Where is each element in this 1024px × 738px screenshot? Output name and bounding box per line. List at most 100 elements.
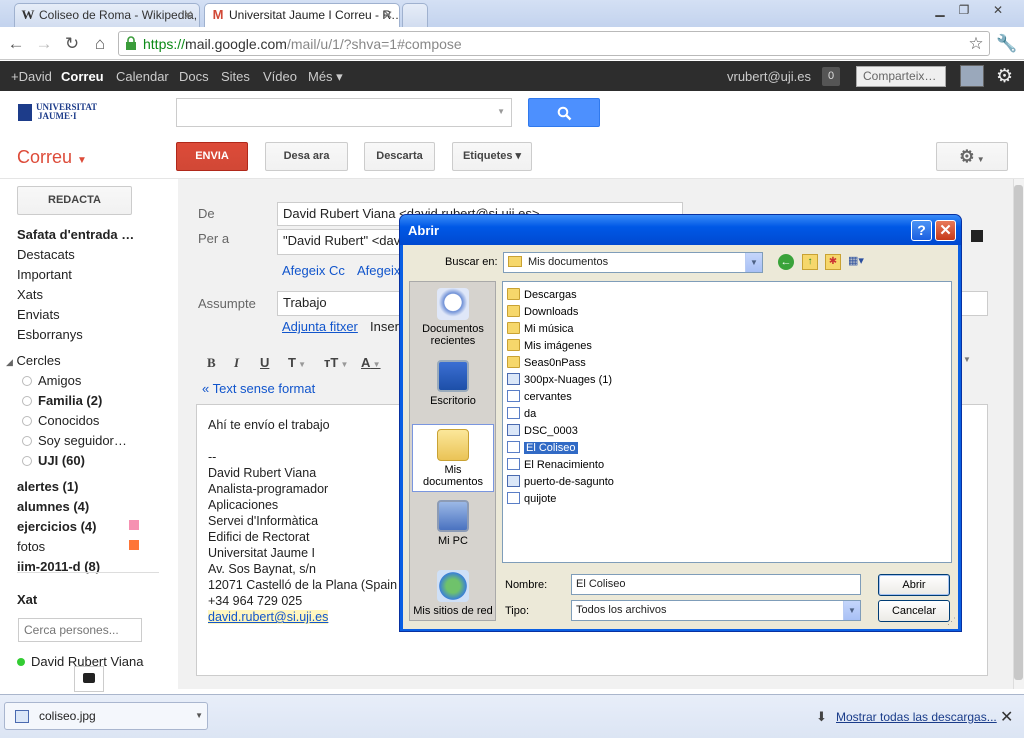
close-download-bar-icon[interactable]: ✕ <box>1000 707 1013 727</box>
font-size-icon[interactable]: тT ▼ <box>324 355 348 370</box>
sidebar-item-starred[interactable]: Destacats <box>17 247 75 262</box>
to-field[interactable]: "David Rubert" <davi <box>277 229 402 255</box>
notification-count[interactable]: 0 <box>822 67 840 86</box>
plain-text-link[interactable]: « Text sense format <box>202 381 315 396</box>
close-icon[interactable]: ✕ <box>935 220 956 241</box>
minimize-icon[interactable]: ▁ <box>928 2 952 18</box>
sidebar-item-drafts[interactable]: Esborranys <box>17 327 83 342</box>
sidebar-item-important[interactable]: Important <box>17 267 72 282</box>
file-item-selected[interactable]: El Coliseo <box>507 440 578 456</box>
file-item[interactable]: Descargas <box>507 287 577 303</box>
file-name-input[interactable]: El Coliseo <box>571 574 861 595</box>
save-button[interactable]: Desa ara <box>265 142 348 171</box>
circle-item[interactable]: Familia (2) <box>22 393 102 408</box>
file-item[interactable]: da <box>507 406 536 422</box>
label-item[interactable]: alertes (1) <box>17 479 78 494</box>
file-type-select[interactable]: Todos los archivos ▼ <box>571 600 861 621</box>
gbar-docs[interactable]: Docs <box>179 69 209 84</box>
search-options-chevron-icon[interactable]: ▼ <box>497 107 505 116</box>
circle-item[interactable]: Amigos <box>22 373 81 388</box>
gbar-calendar[interactable]: Calendar <box>116 69 169 84</box>
chat-contact[interactable]: David Rubert Viana <box>17 654 144 666</box>
popout-icon[interactable] <box>971 230 983 242</box>
forward-icon[interactable]: → <box>34 34 54 54</box>
close-tab-icon[interactable]: ✕ <box>183 4 193 26</box>
open-button[interactable]: Abrir <box>878 574 950 596</box>
send-button[interactable]: ENVIA <box>176 142 248 171</box>
address-bar[interactable]: https://mail.google.com/mail/u/1/?shva=1… <box>118 31 990 56</box>
new-tab-button[interactable] <box>402 3 428 27</box>
chat-bubble-button[interactable] <box>74 666 104 692</box>
download-menu-chevron-icon[interactable]: ▼ <box>195 703 203 729</box>
text-color-icon[interactable]: A ▼ <box>361 355 381 370</box>
sidebar-item-chats[interactable]: Xats <box>17 287 43 302</box>
underline-icon[interactable]: U <box>260 355 269 370</box>
attach-file-link[interactable]: Adjunta fitxer <box>282 319 358 334</box>
back-icon[interactable]: ← <box>6 34 26 54</box>
gbar-sites[interactable]: Sites <box>221 69 250 84</box>
home-icon[interactable]: ⌂ <box>90 34 110 54</box>
wrench-icon[interactable]: 🔧 <box>996 34 1017 54</box>
search-input[interactable]: ▼ <box>176 98 512 127</box>
place-my-documents[interactable]: Mis documentos <box>412 424 494 492</box>
file-item[interactable]: Mis imágenes <box>507 338 592 354</box>
search-button[interactable] <box>528 98 600 127</box>
label-color-swatch[interactable] <box>129 540 139 550</box>
sidebar-item-inbox[interactable]: Safata d'entrada … <box>17 227 134 242</box>
help-icon[interactable]: ? <box>911 220 932 241</box>
gbar-correu[interactable]: Correu <box>61 69 104 84</box>
cancel-button[interactable]: Cancelar <box>878 600 950 622</box>
show-all-downloads-link[interactable]: Mostrar todas las descargas... <box>836 710 997 724</box>
close-tab-icon[interactable]: ✕ <box>383 4 393 26</box>
uji-logo[interactable]: UNIVERSITAT JAUME·I <box>18 103 98 123</box>
label-item[interactable]: alumnes (4) <box>17 499 89 514</box>
account-email[interactable]: vrubert@uji.es <box>727 69 811 84</box>
settings-menu-button[interactable]: ⚙ ▼ <box>936 142 1008 171</box>
file-item[interactable]: DSC_0003 <box>507 423 578 439</box>
reload-icon[interactable]: ↻ <box>62 34 82 54</box>
compose-button[interactable]: REDACTA <box>17 186 132 215</box>
tab-wikipedia[interactable]: W Coliseo de Roma - Wikipedia, l… ✕ <box>14 3 200 27</box>
file-item[interactable]: Mi música <box>507 321 574 337</box>
circle-item[interactable]: Soy seguidor… <box>22 433 127 448</box>
insert-link[interactable]: Inser <box>370 319 399 334</box>
bold-icon[interactable]: B <box>207 355 216 371</box>
gbar-more[interactable]: Més ▾ <box>308 69 343 85</box>
place-network[interactable]: Mis sitios de red <box>412 570 494 617</box>
tab-correu[interactable]: M Universitat Jaume I Correu - R… ✕ <box>204 3 400 27</box>
dropdown-arrow-icon[interactable]: ▼ <box>745 253 762 272</box>
app-switcher[interactable]: Correu ▼ <box>17 147 87 168</box>
place-recent[interactable]: Documentos recientes <box>412 288 494 347</box>
look-in-select[interactable]: Mis documentos ▼ <box>503 252 763 273</box>
circle-item[interactable]: UJI (60) <box>22 453 85 468</box>
labels-button[interactable]: Etiquetes ▾ <box>452 142 532 171</box>
circles-header[interactable]: ◢ Cercles <box>6 353 61 368</box>
label-item[interactable]: fotos <box>17 539 45 554</box>
dialog-titlebar[interactable]: Abrir ? ✕ <box>400 215 961 245</box>
file-item[interactable]: 300px-Nuages (1) <box>507 372 612 388</box>
share-box[interactable]: Comparteix… <box>856 66 946 87</box>
file-item[interactable]: puerto-de-sagunto <box>507 474 614 490</box>
restore-icon[interactable]: ❐ <box>952 2 976 18</box>
file-item[interactable]: quijote <box>507 491 556 507</box>
new-folder-icon[interactable]: ✱ <box>825 254 841 270</box>
download-item[interactable]: coliseo.jpg ▼ <box>4 702 208 730</box>
font-icon[interactable]: T ▼ <box>288 355 306 370</box>
gbar-video[interactable]: Vídeo <box>263 69 297 84</box>
avatar[interactable] <box>960 65 984 87</box>
resize-grip-icon[interactable]: ⋰ <box>947 616 956 627</box>
place-my-computer[interactable]: Mi PC <box>412 500 494 547</box>
dropdown-arrow-icon[interactable]: ▼ <box>843 601 860 620</box>
sidebar-item-sent[interactable]: Enviats <box>17 307 60 322</box>
italic-icon[interactable]: I <box>234 355 239 371</box>
up-folder-icon[interactable]: ↑ <box>802 254 818 270</box>
more-formatting-chevron-icon[interactable]: ▼ <box>963 355 971 364</box>
label-color-swatch[interactable] <box>129 520 139 530</box>
settings-gear-icon[interactable]: ⚙ <box>996 65 1013 88</box>
scrollbar-thumb[interactable] <box>1014 185 1023 680</box>
file-item[interactable]: Seas0nPass <box>507 355 586 371</box>
bookmark-star-icon[interactable]: ☆ <box>966 34 986 54</box>
view-menu-icon[interactable]: ▦▾ <box>848 254 872 270</box>
add-bcc-link[interactable]: Afegeix <box>357 263 400 278</box>
add-cc-link[interactable]: Afegeix Cc <box>282 263 345 278</box>
